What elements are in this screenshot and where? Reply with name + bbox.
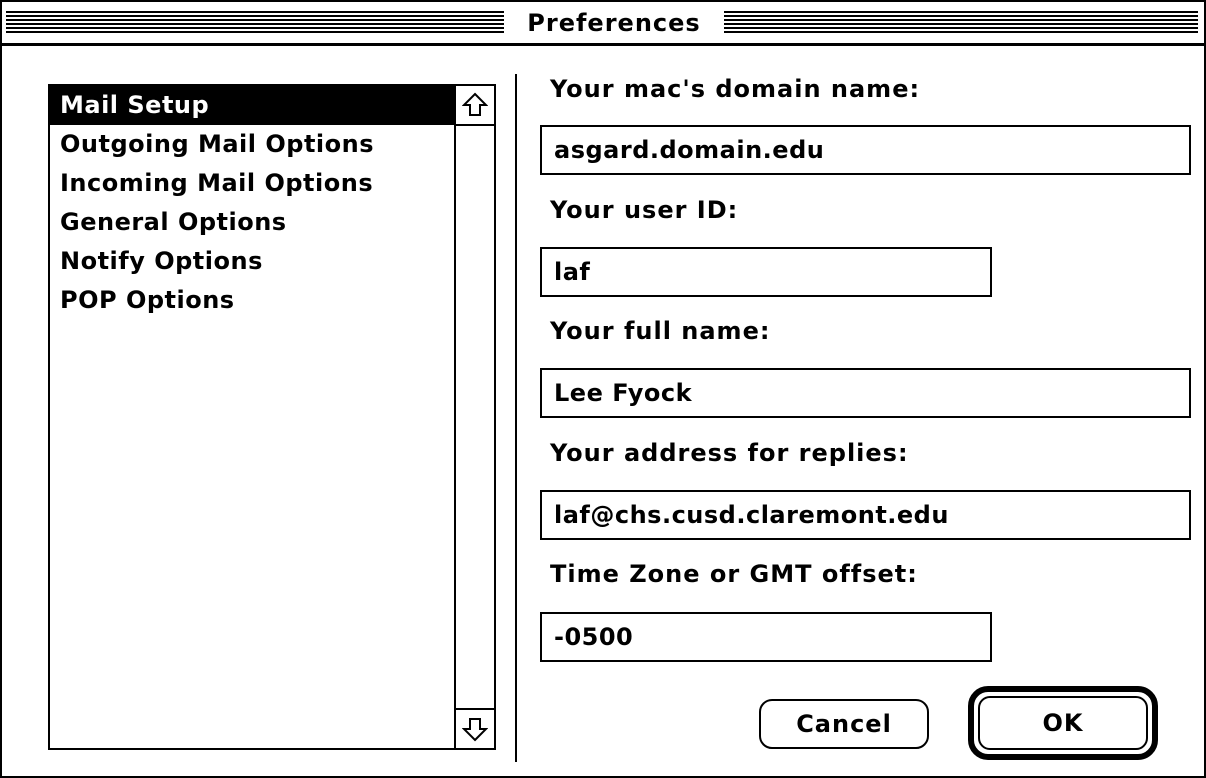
scroll-up-button[interactable] (456, 86, 494, 126)
list-item-general-options[interactable]: General Options (50, 203, 458, 242)
title-bar[interactable]: Preferences (2, 2, 1204, 46)
list-scrollbar[interactable] (454, 86, 494, 748)
ok-button[interactable]: OK (978, 696, 1148, 750)
reply-address-field[interactable]: laf@chs.cusd.claremont.edu (540, 490, 1191, 540)
list-item-mail-setup[interactable]: Mail Setup (50, 86, 458, 125)
domain-name-field[interactable]: asgard.domain.edu (540, 125, 1191, 175)
category-list-items: Mail Setup Outgoing Mail Options Incomin… (50, 86, 458, 320)
list-item-notify-options[interactable]: Notify Options (50, 242, 458, 281)
cancel-button[interactable]: Cancel (759, 699, 929, 749)
arrow-up-outline-icon (462, 92, 488, 116)
title-bar-stripes-right[interactable] (724, 11, 1198, 35)
pane-divider (515, 74, 517, 762)
arrow-down-outline-icon (462, 718, 488, 742)
full-name-field[interactable]: Lee Fyock (540, 368, 1191, 418)
default-button-ring: OK (968, 686, 1158, 760)
time-zone-field[interactable]: -0500 (540, 612, 992, 662)
list-item-outgoing-mail-options[interactable]: Outgoing Mail Options (50, 125, 458, 164)
title-bar-stripes-left[interactable] (6, 11, 504, 35)
user-id-label: Your user ID: (550, 196, 739, 224)
domain-name-label: Your mac's domain name: (550, 75, 921, 103)
preferences-category-list[interactable]: Mail Setup Outgoing Mail Options Incomin… (48, 84, 496, 750)
list-item-pop-options[interactable]: POP Options (50, 281, 458, 320)
reply-address-label: Your address for replies: (550, 439, 909, 467)
user-id-field[interactable]: laf (540, 247, 992, 297)
window-title: Preferences (508, 7, 720, 39)
scroll-down-button[interactable] (456, 708, 494, 748)
full-name-label: Your full name: (550, 317, 771, 345)
time-zone-label: Time Zone or GMT offset: (550, 560, 918, 588)
preferences-window: Preferences Mail Setup Outgoing Mail Opt… (0, 0, 1206, 778)
list-item-incoming-mail-options[interactable]: Incoming Mail Options (50, 164, 458, 203)
